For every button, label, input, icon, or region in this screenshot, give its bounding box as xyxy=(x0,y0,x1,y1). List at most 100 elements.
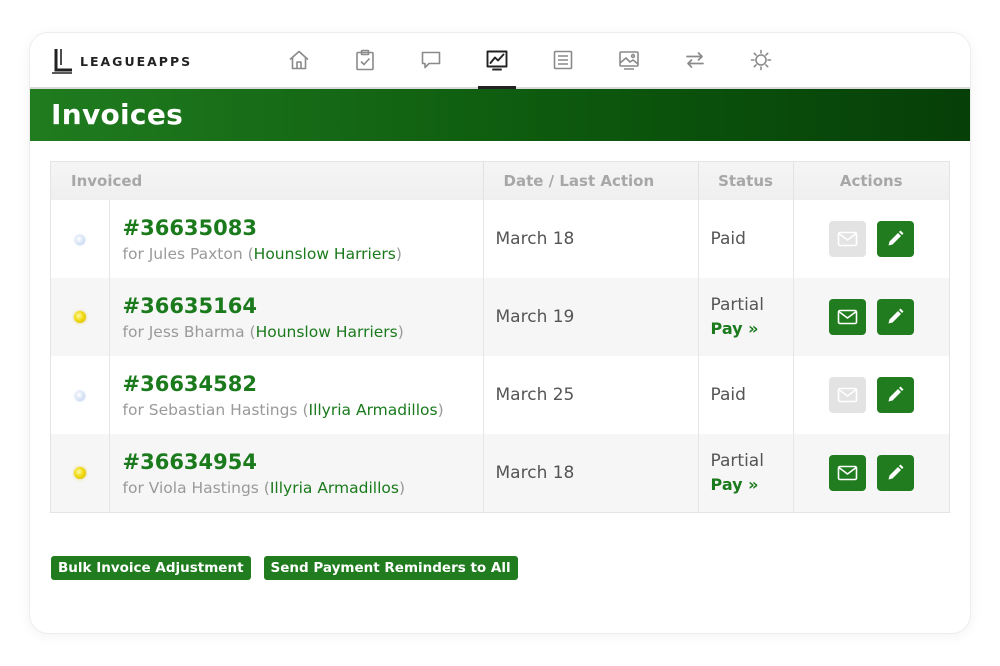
table-row: #36634954 for Viola Hastings (Illyria Ar… xyxy=(51,434,950,512)
header-status[interactable]: Status xyxy=(697,162,794,200)
invoice-recipient: for Viola Hastings (Illyria Armadillos) xyxy=(123,479,483,497)
email-invoice-button-disabled xyxy=(828,377,866,413)
invoice-recipient: for Jules Paxton (Hounslow Harriers) xyxy=(123,245,483,263)
status-text: Partial xyxy=(710,295,764,315)
page-header-banner: Invoices xyxy=(30,89,970,141)
pencil-icon xyxy=(888,230,904,246)
bulk-actions: Bulk Invoice Adjustment Send Payment Rem… xyxy=(51,556,531,580)
invoice-recipient: for Jess Bharma (Hounslow Harriers) xyxy=(123,323,483,341)
invoice-number-link[interactable]: #36634954 xyxy=(123,450,483,474)
email-invoice-button[interactable] xyxy=(828,455,866,491)
recipient-prefix: for Jules Paxton ( xyxy=(122,244,254,263)
logo-text: LEAGUEAPPS xyxy=(80,53,193,69)
status-text: Paid xyxy=(710,385,746,405)
pencil-icon xyxy=(888,464,904,480)
edit-invoice-button[interactable] xyxy=(876,455,914,491)
bulk-invoice-adjustment-button[interactable]: Bulk Invoice Adjustment xyxy=(51,556,251,580)
status-indicator-cell xyxy=(51,200,109,278)
actions-cell xyxy=(792,278,950,356)
chart-icon xyxy=(486,50,508,71)
recipient-suffix: ) xyxy=(395,244,402,263)
table-row: #36635083 for Jules Paxton (Hounslow Har… xyxy=(51,200,950,278)
invoice-cell: #36635164 for Jess Bharma (Hounslow Harr… xyxy=(108,278,484,356)
nav-financials[interactable] xyxy=(464,33,530,89)
invoice-cell: #36635083 for Jules Paxton (Hounslow Har… xyxy=(108,200,484,278)
nav-messages[interactable] xyxy=(398,33,464,87)
invoice-number-link[interactable]: #36634582 xyxy=(123,372,483,396)
header-date[interactable]: Date / Last Action xyxy=(482,162,699,200)
pay-link[interactable]: Pay » xyxy=(711,317,793,341)
gear-icon xyxy=(750,49,772,71)
send-payment-reminders-button[interactable]: Send Payment Reminders to All xyxy=(263,556,518,580)
pencil-icon xyxy=(888,308,904,324)
actions-cell xyxy=(792,434,950,512)
chat-icon xyxy=(421,51,441,69)
actions-cell xyxy=(792,200,950,278)
nav-home[interactable] xyxy=(266,33,332,87)
team-link[interactable]: Hounslow Harriers xyxy=(254,245,396,263)
table-row: #36634582 for Sebastian Hastings (Illyri… xyxy=(51,356,950,434)
status-text: Paid xyxy=(710,229,746,249)
edit-invoice-button[interactable] xyxy=(876,299,914,335)
team-link[interactable]: Hounslow Harriers xyxy=(256,323,398,341)
status-cell: Partial Pay » xyxy=(697,434,794,512)
recipient-prefix: for Jess Bharma ( xyxy=(122,322,256,341)
recipient-suffix: ) xyxy=(398,478,406,497)
image-icon xyxy=(619,51,639,70)
actions-cell xyxy=(792,356,950,434)
status-indicator-cell xyxy=(51,356,109,434)
nav-reports[interactable] xyxy=(530,33,596,87)
nav-media[interactable] xyxy=(596,33,662,87)
status-indicator-cell xyxy=(51,434,109,512)
table-header-row: Invoiced Date / Last Action Status Actio… xyxy=(51,162,950,200)
nav-registrations[interactable] xyxy=(332,33,398,87)
recipient-suffix: ) xyxy=(437,400,444,419)
nav-transfers[interactable] xyxy=(662,33,728,87)
home-icon xyxy=(289,50,309,70)
invoices-table: Invoiced Date / Last Action Status Actio… xyxy=(50,161,950,513)
leagueapps-logo-mark xyxy=(52,49,72,74)
invoice-cell: #36634954 for Viola Hastings (Illyria Ar… xyxy=(108,434,484,512)
main-nav xyxy=(266,33,794,89)
paid-indicator-dot xyxy=(74,234,85,245)
transfer-icon xyxy=(686,52,704,68)
nav-settings[interactable] xyxy=(728,33,794,87)
status-text: Partial xyxy=(710,451,764,471)
status-cell: Paid xyxy=(697,356,794,434)
invoice-recipient: for Sebastian Hastings (Illyria Armadill… xyxy=(123,401,483,419)
status-cell: Paid xyxy=(697,200,794,278)
pay-link[interactable]: Pay » xyxy=(711,473,793,497)
page-title: Invoices xyxy=(51,98,184,131)
email-invoice-button[interactable] xyxy=(828,299,866,335)
team-link[interactable]: Illyria Armadillos xyxy=(309,401,438,419)
envelope-icon xyxy=(837,465,858,481)
partial-indicator-dot xyxy=(73,310,86,323)
recipient-prefix: for Viola Hastings ( xyxy=(122,478,270,497)
date-cell: March 18 xyxy=(482,434,699,512)
leagueapps-logo[interactable]: LEAGUEAPPS xyxy=(50,47,192,75)
recipient-suffix: ) xyxy=(397,322,404,341)
status-cell: Partial Pay » xyxy=(697,278,794,356)
paid-indicator-dot xyxy=(74,390,85,401)
app-window: LEAGUEAPPS Invoices Invoiced Date / Last… xyxy=(30,33,970,633)
clipboard-check-icon xyxy=(356,49,374,71)
invoice-number-link[interactable]: #36635164 xyxy=(123,294,483,318)
recipient-prefix: for Sebastian Hastings ( xyxy=(122,400,309,419)
invoice-number-link[interactable]: #36635083 xyxy=(123,216,483,240)
date-cell: March 18 xyxy=(482,200,699,278)
invoice-cell: #36634582 for Sebastian Hastings (Illyri… xyxy=(108,356,484,434)
top-navigation-bar: LEAGUEAPPS xyxy=(30,33,970,89)
table-row: #36635164 for Jess Bharma (Hounslow Harr… xyxy=(51,278,950,356)
pencil-icon xyxy=(888,386,904,402)
header-invoiced[interactable]: Invoiced xyxy=(51,162,483,200)
team-link[interactable]: Illyria Armadillos xyxy=(270,479,399,497)
edit-invoice-button[interactable] xyxy=(876,377,914,413)
partial-indicator-dot xyxy=(73,466,86,479)
envelope-icon xyxy=(837,309,858,325)
list-icon xyxy=(553,50,573,70)
edit-invoice-button[interactable] xyxy=(876,221,914,257)
status-indicator-cell xyxy=(51,278,109,356)
email-invoice-button-disabled xyxy=(828,221,866,257)
date-cell: March 25 xyxy=(482,356,699,434)
header-actions: Actions xyxy=(792,162,950,200)
